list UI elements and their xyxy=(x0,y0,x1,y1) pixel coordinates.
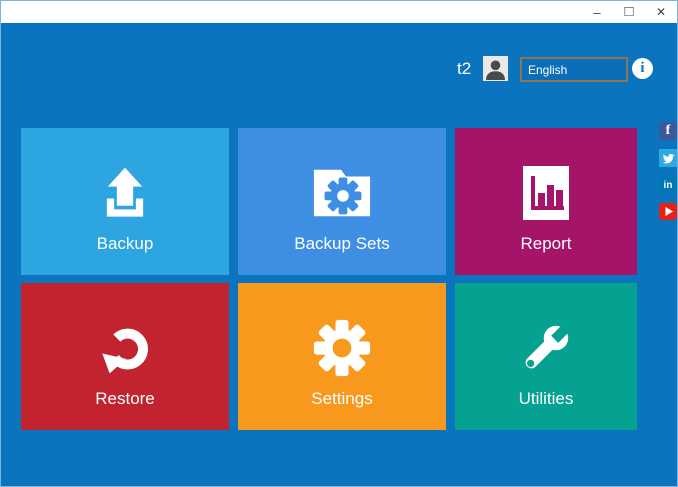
facebook-glyph: f xyxy=(666,123,671,139)
tile-settings[interactable]: Settings xyxy=(238,283,446,430)
tile-utilities[interactable]: Utilities xyxy=(455,283,637,430)
language-value: English xyxy=(528,63,567,77)
app-window: – □ ✕ t2 English i xyxy=(0,0,678,487)
tile-backup-sets[interactable]: Backup Sets xyxy=(238,128,446,275)
linkedin-icon[interactable]: in xyxy=(659,176,677,194)
window-titlebar: – □ ✕ xyxy=(1,1,677,23)
tile-grid: Backup Bac xyxy=(21,128,637,430)
main-content: t2 English i Backup xyxy=(1,23,677,486)
tile-report[interactable]: Report xyxy=(455,128,637,275)
tile-label: Restore xyxy=(95,389,155,409)
tile-label: Settings xyxy=(311,389,372,409)
folder-gear-icon xyxy=(311,163,373,223)
info-button[interactable]: i xyxy=(632,58,653,79)
tile-label: Backup Sets xyxy=(294,234,389,254)
facebook-icon[interactable]: f xyxy=(659,122,677,140)
person-icon xyxy=(483,56,508,81)
twitter-bird xyxy=(662,152,675,165)
tile-label: Utilities xyxy=(519,389,574,409)
gear-icon xyxy=(312,318,372,378)
twitter-icon[interactable] xyxy=(659,149,677,167)
maximize-button[interactable]: □ xyxy=(613,1,645,23)
youtube-icon[interactable] xyxy=(659,203,677,220)
wrench-icon xyxy=(517,318,575,378)
info-icon: i xyxy=(640,61,644,76)
minimize-button[interactable]: – xyxy=(581,1,613,23)
tile-restore[interactable]: Restore xyxy=(21,283,229,430)
tile-label: Report xyxy=(520,234,571,254)
upload-icon xyxy=(96,163,154,223)
linkedin-glyph: in xyxy=(664,180,673,191)
close-button[interactable]: ✕ xyxy=(645,1,677,23)
language-select[interactable]: English xyxy=(520,57,628,82)
bar-chart-icon xyxy=(523,163,569,223)
youtube-play-glyph xyxy=(659,203,677,220)
tile-label: Backup xyxy=(97,234,154,254)
user-avatar[interactable] xyxy=(483,56,508,81)
username-label: t2 xyxy=(457,59,471,79)
social-links: f in xyxy=(659,122,677,229)
tile-backup[interactable]: Backup xyxy=(21,128,229,275)
restore-arrow-icon xyxy=(96,318,154,378)
